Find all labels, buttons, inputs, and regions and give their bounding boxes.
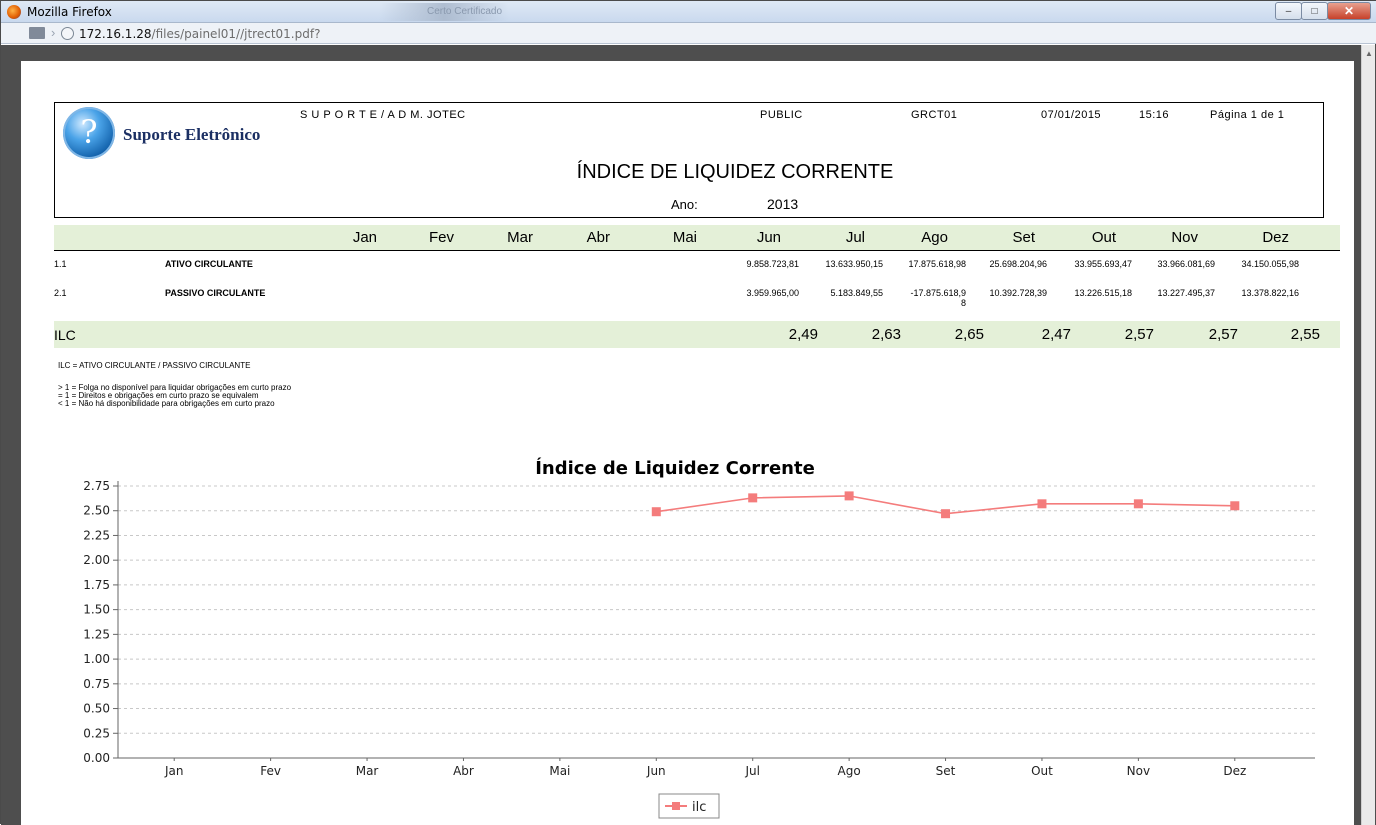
legend-marker (672, 802, 680, 810)
x-tick-label: Ago (838, 764, 861, 778)
data-point (1133, 499, 1143, 509)
data-point (1037, 499, 1047, 509)
y-tick-label: 1.50 (83, 603, 110, 617)
url-bar[interactable]: › 172.16.1.28/files/painel01//jtrect01.p… (1, 23, 1376, 44)
y-tick-label: 1.00 (83, 652, 110, 666)
firefox-icon (7, 5, 21, 19)
data-point (941, 509, 951, 519)
y-tick-label: 1.25 (83, 627, 110, 641)
close-button[interactable]: ✕ (1327, 2, 1371, 20)
globe-icon[interactable] (61, 27, 74, 40)
legend-label: ilc (692, 800, 706, 815)
x-tick-label: Mar (356, 764, 379, 778)
x-tick-label: Fev (260, 764, 281, 778)
data-point (1230, 501, 1240, 511)
x-tick-label: Nov (1127, 764, 1150, 778)
url-path: /files/painel01//jtrect01.pdf? (151, 27, 321, 41)
x-tick-label: Set (936, 764, 956, 778)
url-host: 172.16.1.28 (79, 27, 152, 41)
x-tick-label: Jan (164, 764, 184, 778)
x-tick-label: Jun (646, 764, 666, 778)
url-text[interactable]: 172.16.1.28/files/painel01//jtrect01.pdf… (79, 27, 320, 41)
x-tick-label: Dez (1223, 764, 1246, 778)
y-tick-label: 0.75 (83, 677, 110, 691)
window-title: Mozilla Firefox (27, 5, 112, 19)
browser-window: Mozilla Firefox Certo Certificado – □ ✕ … (0, 0, 1376, 825)
y-tick-label: 2.50 (83, 504, 110, 518)
report-page: ? Suporte Eletrônico S U P O R T E / A D… (21, 61, 1354, 825)
tab-group-icon[interactable] (29, 27, 45, 39)
y-tick-label: 0.50 (83, 702, 110, 716)
title-bar: Mozilla Firefox Certo Certificado – □ ✕ (1, 1, 1376, 23)
maximize-button[interactable]: □ (1301, 2, 1328, 20)
scroll-up-icon[interactable]: ▲ (1365, 49, 1373, 58)
y-tick-label: 0.00 (83, 751, 110, 765)
y-tick-label: 1.75 (83, 578, 110, 592)
y-tick-label: 2.75 (83, 479, 110, 493)
window-controls: – □ ✕ (1275, 2, 1371, 20)
chevron-right-icon: › (51, 25, 56, 40)
data-point (844, 491, 854, 501)
y-tick-label: 0.25 (83, 726, 110, 740)
ilc-line-chart: 0.00 0.25 0.50 0.75 1.00 1.25 1.50 1.75 2.00 2.25… (83, 479, 1315, 819)
x-tick-label: Mai (549, 764, 570, 778)
x-tick-label: Jul (744, 764, 759, 778)
x-tick-label: Abr (453, 764, 474, 778)
background-tab-label: Certo Certificado (427, 6, 503, 17)
data-point (748, 493, 758, 503)
x-tick-label: Out (1031, 764, 1053, 778)
y-tick-label: 2.25 (83, 528, 110, 542)
y-tick-label: 2.00 (83, 553, 110, 567)
minimize-button[interactable]: – (1275, 2, 1302, 20)
background-tab[interactable]: Certo Certificado (379, 3, 509, 21)
data-point (651, 507, 661, 517)
